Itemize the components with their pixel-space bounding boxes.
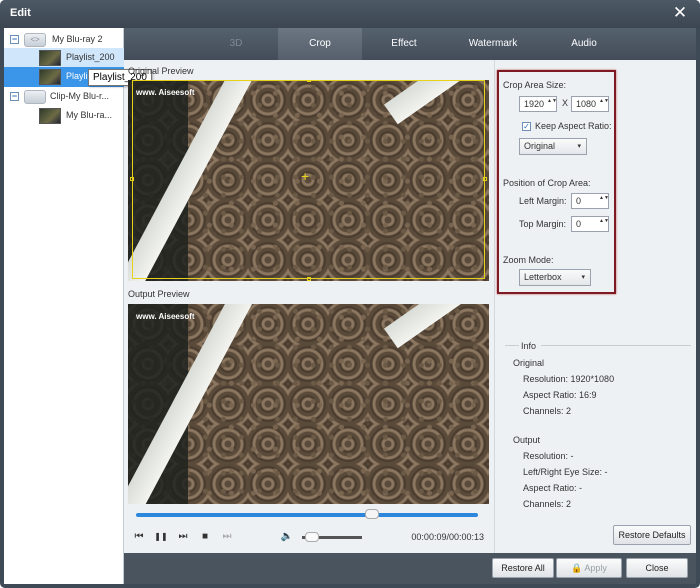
original-resolution: Resolution: 1920*1080 [523, 374, 615, 384]
crop-handle[interactable] [483, 177, 487, 181]
tree-item-label: My Blu-ray 2 [52, 34, 103, 44]
disc-icon: <> [24, 33, 46, 47]
pause-icon[interactable]: ❚❚ [154, 530, 168, 544]
output-resolution: Resolution: - [523, 451, 574, 461]
next-icon[interactable]: ⏭ [176, 530, 190, 544]
crop-width-field[interactable]: 1920 ▲▼ [519, 96, 557, 112]
stop-icon[interactable]: ■ [198, 530, 212, 544]
video-thumbnail [39, 69, 61, 85]
left-margin-label: Left Margin: [519, 196, 567, 206]
crop-handle[interactable] [307, 80, 311, 82]
tab-3d[interactable]: 3D [194, 28, 278, 60]
tree-item-label: Playlist_200 [66, 52, 115, 62]
end-icon[interactable]: ⏭ [220, 530, 234, 544]
original-aspect-ratio: Aspect Ratio: 16:9 [523, 390, 597, 400]
volume-icon[interactable]: 🔈 [280, 530, 294, 544]
title-bar: Edit ✕ [0, 0, 700, 28]
restore-defaults-button[interactable]: Restore Defaults [613, 525, 691, 545]
time-display: 00:00:09/00:00:13 [411, 532, 484, 542]
crop-handle[interactable] [307, 277, 311, 281]
original-channels: Channels: 2 [523, 406, 572, 416]
keep-aspect-label: Keep Aspect Ratio: [535, 121, 612, 131]
tab-watermark[interactable]: Watermark [451, 28, 535, 60]
tree-item-label: My Blu-ra... [66, 110, 113, 120]
tree-item-playlist[interactable]: Playlist_200 [4, 48, 124, 68]
collapse-icon[interactable]: − [10, 92, 19, 101]
top-margin-label: Top Margin: [519, 219, 567, 229]
tree-item-clip[interactable]: − Clip-My Blu-r... [4, 87, 124, 107]
crop-handle[interactable] [130, 177, 134, 181]
output-heading: Output [513, 435, 541, 445]
edit-content: − <> My Blu-ray 2 Playlist_200 Playlist_… [4, 28, 696, 584]
video-thumbnail [39, 108, 61, 124]
original-heading: Original [513, 358, 545, 368]
crop-area-size-label: Crop Area Size: [503, 80, 567, 90]
zoom-mode-select[interactable]: Letterbox ▾ [519, 269, 591, 286]
spin-arrows-icon[interactable]: ▲▼ [599, 218, 609, 230]
output-preview-label: Output Preview [128, 289, 190, 299]
edit-window: Edit ✕ − <> My Blu-ray 2 Playlist_200 Pl… [0, 0, 700, 588]
window-title: Edit [10, 7, 31, 19]
spin-arrows-icon[interactable]: ▲▼ [547, 98, 557, 110]
player-controls: ⏮ ❚❚ ⏭ ■ ⏭ 🔈 00:00:09/00:00:13 [124, 508, 494, 553]
output-aspect-ratio: Aspect Ratio: - [523, 483, 583, 493]
chevron-down-icon: ▾ [577, 143, 581, 150]
close-icon[interactable]: ✕ [670, 3, 690, 23]
output-preview-video: www. Aiseesoft [128, 304, 489, 504]
tree-item-clip-child[interactable]: My Blu-ra... [4, 106, 124, 126]
disc-icon [24, 90, 46, 104]
previous-icon[interactable]: ⏮ [132, 530, 146, 544]
crop-settings-panel: Crop Area Size: 1920 ▲▼ X 1080 ▲▼ ✓ Keep… [494, 60, 696, 553]
crosshair-icon[interactable]: + [301, 168, 309, 184]
bottom-bar: Restore All 🔒 Apply Close [124, 553, 696, 584]
output-eye-size: Left/Right Eye Size: - [523, 467, 608, 477]
restore-all-button[interactable]: Restore All [492, 558, 554, 578]
source-tree: − <> My Blu-ray 2 Playlist_200 Playlist_… [4, 28, 152, 584]
tree-item-my-bluray-2[interactable]: − <> My Blu-ray 2 [4, 30, 124, 50]
original-preview-label: Original Preview [128, 66, 194, 76]
spin-arrows-icon[interactable]: ▲▼ [599, 195, 609, 207]
close-button[interactable]: Close [626, 558, 688, 578]
chevron-down-icon: ▾ [581, 274, 585, 281]
crop-height-field[interactable]: 1080 ▲▼ [571, 96, 609, 112]
tab-effect[interactable]: Effect [362, 28, 446, 60]
info-heading: Info [521, 341, 537, 351]
video-thumbnail [39, 50, 61, 66]
lock-icon: 🔒 [571, 563, 583, 573]
aspect-ratio-select[interactable]: Original ▾ [519, 138, 587, 155]
tab-crop[interactable]: Crop [278, 28, 362, 60]
output-channels: Channels: 2 [523, 499, 572, 509]
keep-aspect-checkbox[interactable]: ✓ [522, 122, 531, 131]
tree-item-label: Clip-My Blu-r... [50, 91, 110, 101]
collapse-icon[interactable]: − [10, 35, 19, 44]
tab-audio[interactable]: Audio [542, 28, 626, 60]
watermark-text: www. Aiseesoft [136, 312, 195, 321]
x-separator: X [562, 98, 569, 108]
original-preview-video: www. Aiseesoft + [128, 80, 489, 281]
top-margin-field[interactable]: 0 ▲▼ [571, 216, 609, 232]
zoom-mode-label: Zoom Mode: [503, 255, 554, 265]
seek-handle[interactable] [364, 509, 379, 519]
left-margin-field[interactable]: 0 ▲▼ [571, 193, 609, 209]
spin-arrows-icon[interactable]: ▲▼ [599, 98, 609, 110]
volume-handle[interactable] [304, 532, 319, 542]
tab-bar: 3D Crop Effect Watermark Audio [124, 28, 696, 60]
seek-bar[interactable] [136, 513, 478, 517]
apply-button[interactable]: 🔒 Apply [556, 558, 622, 578]
position-label: Position of Crop Area: [503, 178, 591, 188]
